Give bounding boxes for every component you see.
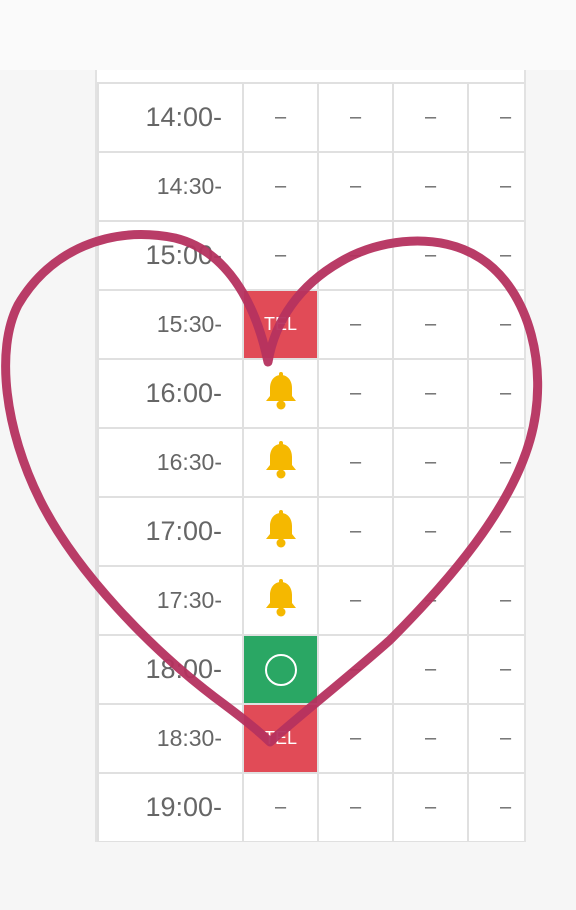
table-row: 17:30- – – – (97, 565, 524, 636)
time-label: 15:00- (97, 220, 244, 291)
time-label: 18:00- (97, 634, 244, 705)
slot-cell: – (467, 496, 524, 567)
slot-cell: – (242, 82, 319, 153)
time-label: 16:30- (97, 427, 244, 498)
time-label: 14:00- (97, 82, 244, 153)
table-row: 14:30- – – – – (97, 151, 524, 222)
table-row: 17:00- – – – (97, 496, 524, 567)
circle-icon (264, 653, 297, 686)
screenshot-page: 14:00- – – – – 14:30- – – – – 15:00- – – (0, 0, 576, 910)
slot-cell: – (467, 151, 524, 222)
slot-cell: – (392, 289, 469, 360)
tel-slot-button[interactable]: TEL (242, 289, 319, 360)
slot-cell: – (317, 289, 394, 360)
slot-cell: – (467, 427, 524, 498)
schedule-table: 14:00- – – – – 14:30- – – – – 15:00- – – (97, 82, 524, 842)
slot-cell: – (392, 772, 469, 842)
slot-cell: – (317, 358, 394, 429)
slot-cell: – (317, 496, 394, 567)
table-row: 16:30- – – – (97, 427, 524, 498)
slot-cell: – (317, 151, 394, 222)
time-label: 18:30- (97, 703, 244, 774)
table-row: 15:30- TEL – – – (97, 289, 524, 360)
table-row: 15:00- – – – – (97, 220, 524, 291)
slot-cell: – (317, 634, 394, 705)
top-bar (0, 0, 576, 70)
slot-cell: – (467, 289, 524, 360)
bell-slot-button[interactable] (242, 496, 319, 567)
slot-cell: – (242, 220, 319, 291)
slot-cell: – (392, 496, 469, 567)
slot-cell: – (392, 151, 469, 222)
slot-cell: – (467, 703, 524, 774)
table-row: 18:00- – – – (97, 634, 524, 705)
time-label: 17:00- (97, 496, 244, 567)
time-label: 14:30- (97, 151, 244, 222)
slot-cell: – (392, 634, 469, 705)
slot-cell: – (242, 772, 319, 842)
slot-cell: – (467, 82, 524, 153)
slot-cell: – (467, 772, 524, 842)
time-label: 17:30- (97, 565, 244, 636)
bell-slot-button[interactable] (242, 358, 319, 429)
slot-cell: – (392, 703, 469, 774)
schedule-table-container[interactable]: 14:00- – – – – 14:30- – – – – 15:00- – – (95, 70, 526, 842)
bell-icon (264, 578, 298, 623)
slot-cell: – (392, 427, 469, 498)
table-row: 16:00- – – – (97, 358, 524, 429)
bell-icon (264, 440, 298, 485)
time-label: 19:00- (97, 772, 244, 842)
slot-cell: – (317, 565, 394, 636)
slot-cell: – (242, 151, 319, 222)
slot-cell: – (317, 427, 394, 498)
slot-cell: – (467, 358, 524, 429)
time-label: 16:00- (97, 358, 244, 429)
bell-icon (264, 509, 298, 554)
slot-cell: – (317, 772, 394, 842)
slot-cell: – (317, 220, 394, 291)
available-slot-button[interactable] (242, 634, 319, 705)
slot-cell: – (317, 703, 394, 774)
slot-cell: – (467, 565, 524, 636)
table-row: 14:00- – – – – (97, 82, 524, 153)
slot-cell: – (317, 82, 394, 153)
bell-slot-button[interactable] (242, 427, 319, 498)
slot-cell: – (392, 358, 469, 429)
slot-cell: – (467, 220, 524, 291)
table-row: 18:30- TEL – – – (97, 703, 524, 774)
slot-cell: – (392, 220, 469, 291)
bell-slot-button[interactable] (242, 565, 319, 636)
table-row: 19:00- – – – – (97, 772, 524, 842)
tel-slot-button[interactable]: TEL (242, 703, 319, 774)
slot-cell: – (392, 565, 469, 636)
slot-cell: – (467, 634, 524, 705)
time-label: 15:30- (97, 289, 244, 360)
bell-icon (264, 371, 298, 416)
slot-cell: – (392, 82, 469, 153)
